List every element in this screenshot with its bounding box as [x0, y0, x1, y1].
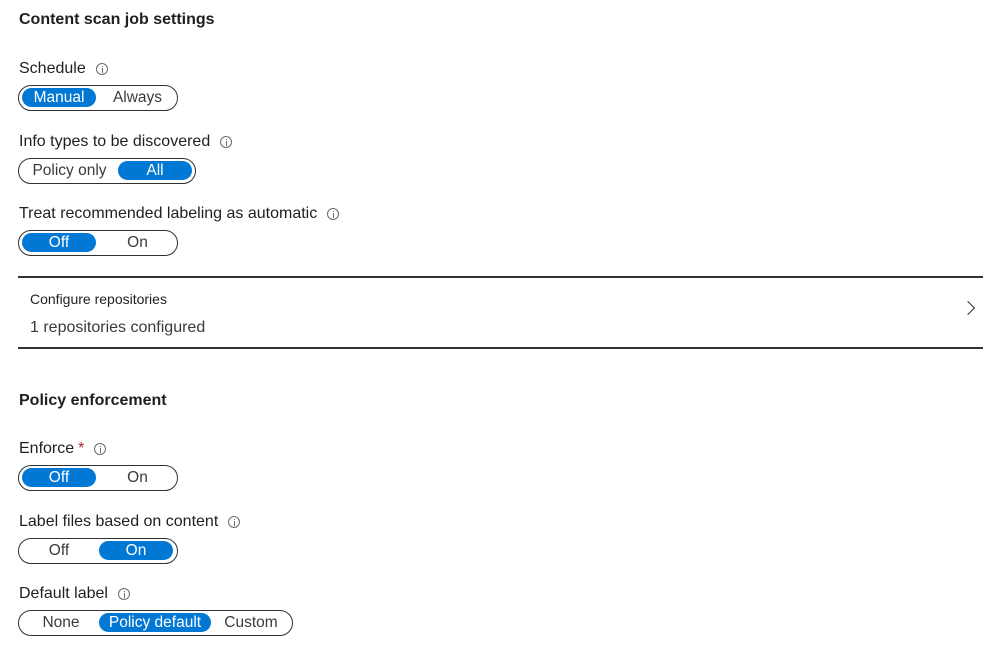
label-files-toggle[interactable]: Off On — [18, 538, 178, 564]
section-title-scan-settings: Content scan job settings — [19, 11, 215, 28]
schedule-label: Schedule — [19, 60, 86, 77]
recommended-labeling-label: Treat recommended labeling as automatic — [19, 205, 318, 222]
section-title-policy-enforcement: Policy enforcement — [19, 392, 167, 409]
enforce-option-off[interactable]: Off — [22, 468, 96, 487]
configure-repositories-row[interactable]: Configure repositories 1 repositories co… — [18, 278, 983, 347]
repositories-count: 1 repositories configured — [30, 319, 206, 336]
recommended-labeling-option-off[interactable]: Off — [22, 233, 96, 252]
info-types-option-policy-only[interactable]: Policy only — [22, 161, 117, 180]
default-label-option-none[interactable]: None — [22, 613, 100, 632]
schedule-option-always[interactable]: Always — [99, 88, 176, 107]
info-icon[interactable] — [95, 63, 108, 75]
label-files-option-on[interactable]: On — [99, 541, 173, 560]
info-types-label: Info types to be discovered — [19, 133, 211, 150]
label-files-option-off[interactable]: Off — [22, 541, 96, 560]
info-types-label-row: Info types to be discovered — [19, 133, 233, 151]
default-label-option-custom[interactable]: Custom — [214, 613, 288, 632]
schedule-label-row: Schedule — [19, 60, 108, 78]
required-indicator: * — [78, 440, 85, 457]
recommended-labeling-option-on[interactable]: On — [99, 233, 176, 252]
enforce-option-on[interactable]: On — [99, 468, 176, 487]
enforce-label-row: Enforce * — [19, 440, 107, 458]
enforce-label: Enforce — [19, 440, 75, 457]
enforce-toggle[interactable]: Off On — [18, 465, 178, 491]
recommended-labeling-toggle[interactable]: Off On — [18, 230, 178, 256]
default-label-label: Default label — [19, 585, 108, 602]
label-files-label-row: Label files based on content — [19, 513, 241, 531]
info-icon[interactable] — [220, 136, 233, 148]
info-icon[interactable] — [228, 516, 241, 528]
default-label-option-policy-default[interactable]: Policy default — [99, 613, 211, 632]
default-label-toggle[interactable]: None Policy default Custom — [18, 610, 293, 636]
info-icon[interactable] — [117, 588, 130, 600]
info-icon[interactable] — [327, 208, 340, 220]
info-types-toggle[interactable]: Policy only All — [18, 158, 196, 184]
info-types-option-all[interactable]: All — [118, 161, 192, 180]
schedule-toggle[interactable]: Manual Always — [18, 85, 178, 111]
schedule-option-manual[interactable]: Manual — [22, 88, 96, 107]
configure-repositories-title: Configure repositories — [30, 291, 167, 307]
info-icon[interactable] — [94, 443, 107, 455]
recommended-labeling-label-row: Treat recommended labeling as automatic — [19, 205, 340, 223]
default-label-label-row: Default label — [19, 585, 130, 603]
label-files-label: Label files based on content — [19, 513, 219, 530]
divider — [18, 347, 983, 349]
